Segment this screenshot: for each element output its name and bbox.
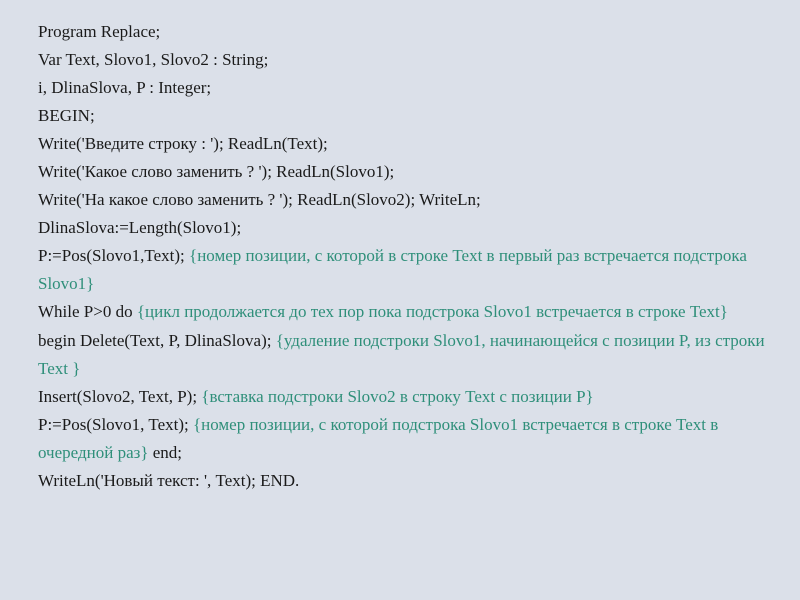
code-comment: {цикл продолжается до тех пор пока подст… <box>137 302 728 321</box>
code-text: While P>0 do <box>38 302 137 321</box>
code-text: end; <box>149 443 183 462</box>
code-line: Var Text, Slovo1, Slovo2 : String; <box>38 46 770 74</box>
code-text: Insert(Slovo2, Text, P); <box>38 387 201 406</box>
code-text: WriteLn('Новый текст: ', Text); END. <box>38 471 299 490</box>
code-line: BEGIN; <box>38 102 770 130</box>
code-line: P:=Pos(Slovo1,Text); {номер позиции, с к… <box>38 242 770 298</box>
code-comment: {вставка подстроки Slovo2 в строку Text … <box>201 387 593 406</box>
code-text: Write('Введите строку : '); ReadLn(Text)… <box>38 134 328 153</box>
code-line: While P>0 do {цикл продолжается до тех п… <box>38 298 770 326</box>
code-line: Write('Введите строку : '); ReadLn(Text)… <box>38 130 770 158</box>
code-text: Write('Какое слово заменить ? '); ReadLn… <box>38 162 394 181</box>
code-text: Var Text, Slovo1, Slovo2 : String; <box>38 50 268 69</box>
code-line: Insert(Slovo2, Text, P); {вставка подстр… <box>38 383 770 411</box>
code-line: Program Replace; <box>38 18 770 46</box>
code-text: Write('На какое слово заменить ? '); Rea… <box>38 190 481 209</box>
code-line: i, DlinaSlova, P : Integer; <box>38 74 770 102</box>
code-slide: Program Replace; Var Text, Slovo1, Slovo2… <box>0 0 800 513</box>
code-text: i, DlinaSlova, P : Integer; <box>38 78 211 97</box>
code-line: P:=Pos(Slovo1, Text); {номер позиции, с … <box>38 411 770 467</box>
code-text: BEGIN; <box>38 106 95 125</box>
code-text: begin Delete(Text, P, DlinaSlova); <box>38 331 276 350</box>
code-line: DlinaSlova:=Length(Slovo1); <box>38 214 770 242</box>
code-line: WriteLn('Новый текст: ', Text); END. <box>38 467 770 495</box>
code-text: P:=Pos(Slovo1, Text); <box>38 415 193 434</box>
code-line: Write('На какое слово заменить ? '); Rea… <box>38 186 770 214</box>
code-line: Write('Какое слово заменить ? '); ReadLn… <box>38 158 770 186</box>
code-text: DlinaSlova:=Length(Slovo1); <box>38 218 241 237</box>
code-line: begin Delete(Text, P, DlinaSlova); {удал… <box>38 327 770 383</box>
code-text: P:=Pos(Slovo1,Text); <box>38 246 189 265</box>
code-text: Program Replace; <box>38 22 160 41</box>
